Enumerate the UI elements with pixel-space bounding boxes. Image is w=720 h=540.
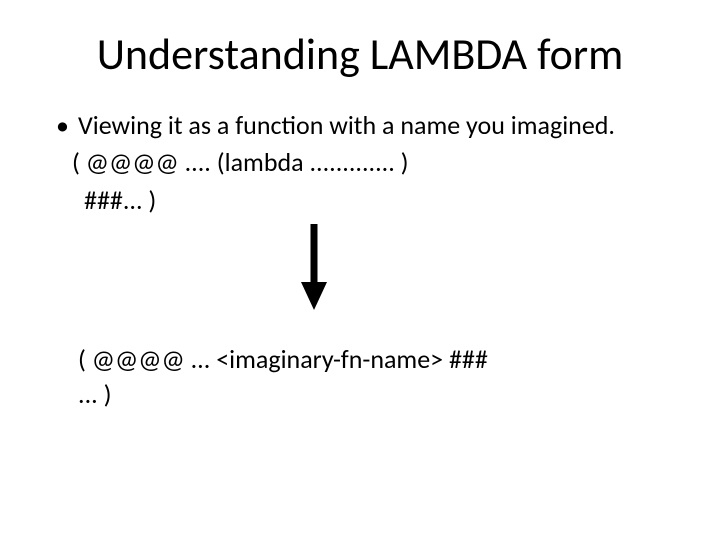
- result-line-1: ( @@@@ ... <imaginary-fn-name> ###: [78, 342, 670, 377]
- code-line-1: ( @@@@ .... (lambda ............. ): [50, 145, 670, 180]
- result-line-2: ... ): [78, 377, 670, 412]
- slide-title: Understanding LAMBDA form: [50, 30, 670, 78]
- slide-body: • Viewing it as a function with a name y…: [50, 108, 670, 411]
- bullet-marker: •: [50, 108, 78, 143]
- down-arrow-icon: [300, 222, 328, 312]
- bullet-item: • Viewing it as a function with a name y…: [50, 108, 670, 143]
- code-line-2: ###... ): [50, 183, 670, 218]
- bullet-text: Viewing it as a function with a name you…: [78, 108, 670, 143]
- slide: Understanding LAMBDA form • Viewing it a…: [0, 0, 720, 540]
- arrow-container: [50, 222, 670, 312]
- result-block: ( @@@@ ... <imaginary-fn-name> ### ... ): [50, 342, 670, 412]
